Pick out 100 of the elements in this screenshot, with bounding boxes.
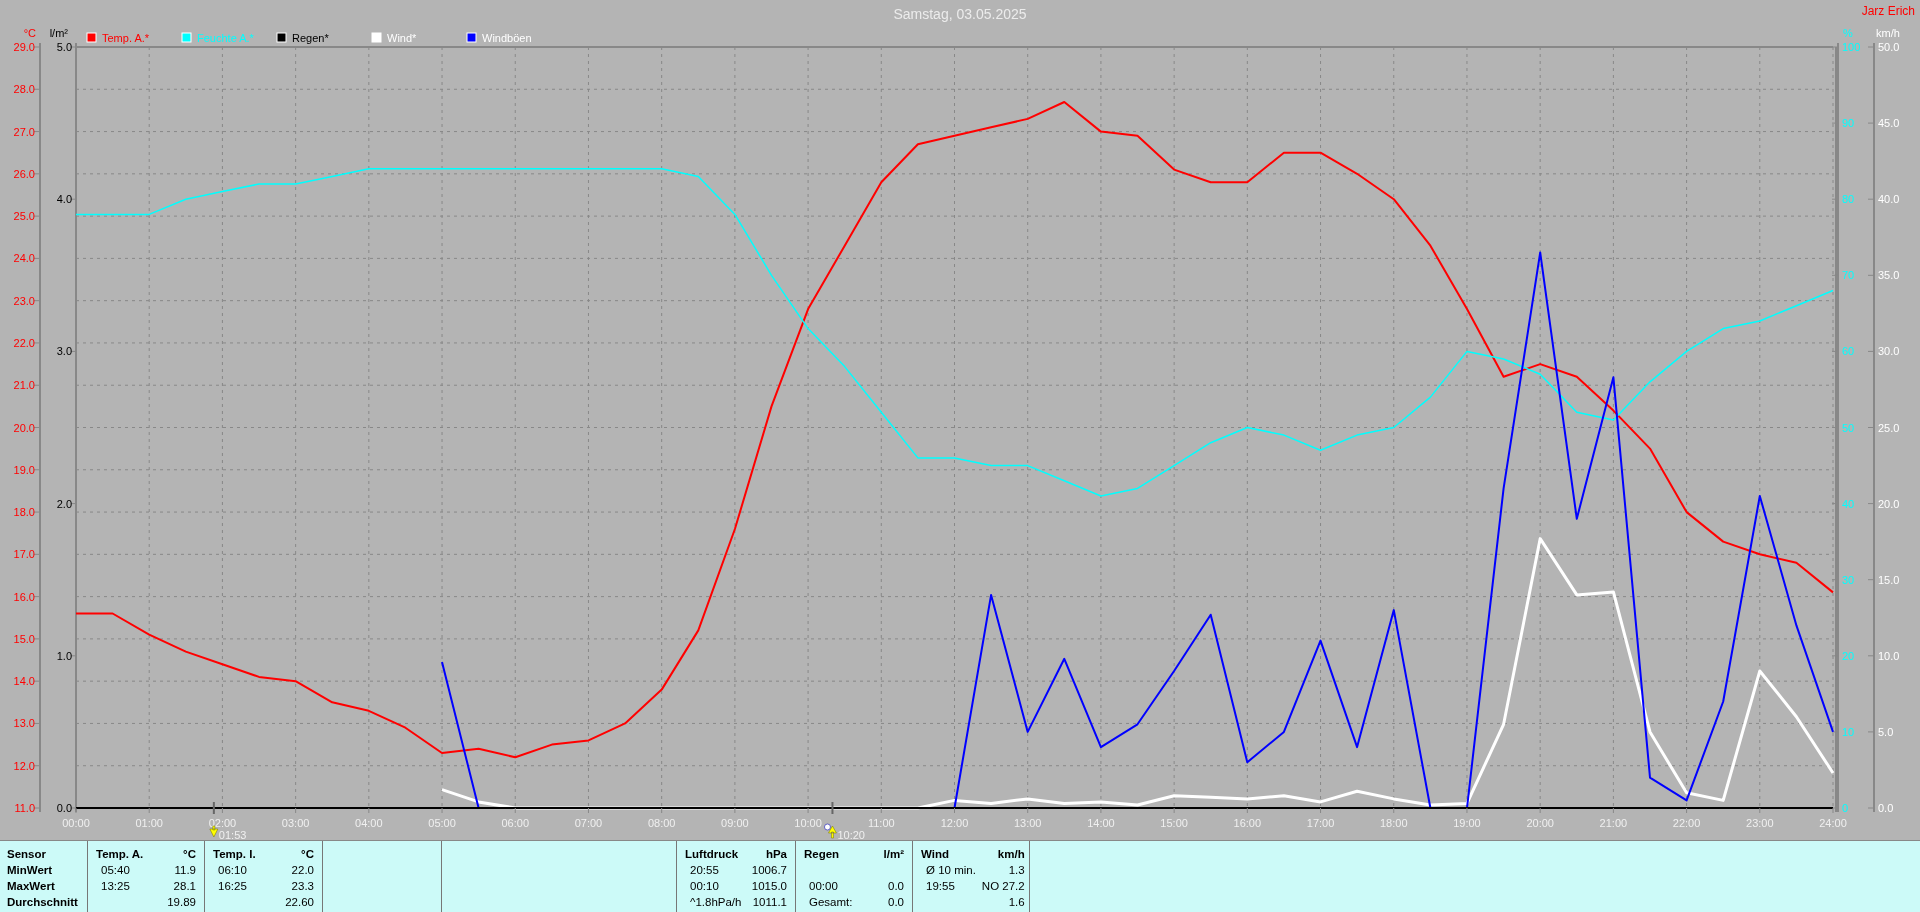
axis-label: 90 xyxy=(1842,117,1855,130)
axis-label: 15:00 xyxy=(1160,817,1188,829)
table-cell: 1015.0 xyxy=(751,880,787,892)
marker-time: 01:53 xyxy=(218,829,247,840)
axis-label: 04:00 xyxy=(355,817,383,829)
axis-label: 16.0 xyxy=(13,590,35,603)
axis-label: 30 xyxy=(1842,573,1855,586)
axis-label: 22.0 xyxy=(13,336,35,349)
table-cell: 1011.1 xyxy=(751,896,787,908)
axis-label: 11.0 xyxy=(14,802,35,814)
row-label: Durchschnitt xyxy=(7,895,79,910)
axis-label: 2.0 xyxy=(56,497,72,510)
axis-label: 00:00 xyxy=(62,817,90,829)
axis-label: 22:00 xyxy=(1672,817,1701,829)
axis-label: 23:00 xyxy=(1746,817,1774,829)
table-cell: NO 27.2 xyxy=(981,880,1025,892)
column-header: Regen xyxy=(804,848,841,860)
axis-label: 23.0 xyxy=(13,294,35,307)
axis-label: 50.0 xyxy=(1878,41,1900,53)
unit-label: °C xyxy=(182,848,196,860)
axis-label: 15.0 xyxy=(13,632,35,645)
table-cell-text: 20:55 xyxy=(689,864,720,876)
unit-label: °C xyxy=(300,848,314,860)
axis-label: 60 xyxy=(1842,345,1855,358)
axis-label: 26.0 xyxy=(13,167,35,180)
axis-label: 3.0 xyxy=(56,345,72,358)
axis-label: 80 xyxy=(1842,193,1855,206)
table-cell-text: 23.3 xyxy=(290,880,314,892)
table-cell-text: 1.6 xyxy=(1007,896,1025,908)
table-cell-text: 22.0 xyxy=(290,864,314,876)
axis-label: 100 xyxy=(1842,41,1861,53)
axis-label: 45.0 xyxy=(1878,117,1900,130)
axis-label: 0.0 xyxy=(56,802,72,814)
table-cell-text: 0.0 xyxy=(887,896,904,908)
axis-label: 13.0 xyxy=(13,717,35,730)
axis-unit: % xyxy=(1843,27,1853,39)
column-header: Temp. A. xyxy=(96,848,145,860)
axis-label: 20.0 xyxy=(1878,497,1900,510)
table-cell-text: 00:00 xyxy=(808,880,839,892)
table-cell: 19.89 xyxy=(167,896,196,908)
axis-label: 10:00 xyxy=(794,817,822,829)
axis-label: 14.0 xyxy=(13,675,35,688)
table-cell-text: 16:25 xyxy=(217,880,248,892)
axis-label: 18:00 xyxy=(1380,817,1408,829)
axis-label: 25.0 xyxy=(1878,421,1900,434)
axis-label: 16:00 xyxy=(1233,817,1262,829)
legend-label: Temp. A.* xyxy=(102,32,150,44)
axis-unit: l/m² xyxy=(49,27,68,39)
column-header: Wind xyxy=(921,848,950,860)
axis-label: 21:00 xyxy=(1599,817,1628,829)
table-cell-text: 05:40 xyxy=(100,864,131,876)
table-cell-text: 11.9 xyxy=(173,864,196,876)
row-label: MaxWert xyxy=(7,879,56,894)
axis-unit: °C xyxy=(23,27,36,39)
axis-label: 25.0 xyxy=(13,210,35,223)
axis-label: 5.0 xyxy=(56,41,72,53)
axis-label: 20.0 xyxy=(13,421,35,434)
unit-label: hPa xyxy=(764,848,787,860)
axis-label: 10 xyxy=(1842,725,1855,738)
axis-label: 70 xyxy=(1842,269,1855,282)
chart-title: Samstag, 03.05.2025 xyxy=(893,6,1027,22)
table-cell-text: ^1.8hPa/h xyxy=(689,896,743,908)
axis-label: 08:00 xyxy=(647,817,676,829)
axis-label: 15.0 xyxy=(1878,573,1900,586)
table-cell-text: Ø 10 min. xyxy=(925,864,976,876)
table-cell-text: 06:10 xyxy=(217,864,248,876)
axis-label: 19.0 xyxy=(13,463,35,476)
table-cell: 1006.7 xyxy=(751,864,787,876)
axis-label: 35.0 xyxy=(1878,269,1900,282)
axis-label: 27.0 xyxy=(13,125,35,138)
axis-label: 11:00 xyxy=(867,817,895,829)
author-label: Jarz Erich xyxy=(1861,4,1915,18)
legend-label: Feuchte A.* xyxy=(197,32,254,44)
table-cell-text: 00:10 xyxy=(689,880,720,892)
axis-label: 18.0 xyxy=(13,506,35,519)
axis-label: 21.0 xyxy=(13,379,35,392)
axis-label: 5.0 xyxy=(1878,725,1894,738)
table-cell-text: 0.0 xyxy=(887,880,904,892)
axis-label: 24:00 xyxy=(1819,817,1847,829)
axis-label: 30.0 xyxy=(1878,345,1900,358)
axis-label: 09:00 xyxy=(721,817,749,829)
unit-label: km/h xyxy=(996,848,1025,860)
axis-label: 03:00 xyxy=(281,817,310,829)
column-header: Luftdruck xyxy=(685,848,740,860)
unit-label: l/m² xyxy=(883,848,904,860)
legend-label: Windböen xyxy=(482,32,532,44)
table-cell-text: 28.1 xyxy=(172,880,196,892)
axis-label: 20:00 xyxy=(1526,817,1554,829)
arrow-down-icon xyxy=(209,825,219,838)
axis-label: 19:00 xyxy=(1453,817,1481,829)
table-cell-text: 1.3 xyxy=(1007,864,1025,876)
axis-label: 50 xyxy=(1842,421,1855,434)
table-cell-text: 13:25 xyxy=(100,880,131,892)
axis-label: 20 xyxy=(1842,649,1855,662)
axis-label: 0 xyxy=(1842,802,1849,814)
legend-label: Regen* xyxy=(292,32,329,44)
row-label: MinWert xyxy=(7,863,54,878)
axis-label: 1.0 xyxy=(56,649,72,662)
table-cell: 22.60 xyxy=(285,896,314,908)
axis-label: 14:00 xyxy=(1087,817,1115,829)
